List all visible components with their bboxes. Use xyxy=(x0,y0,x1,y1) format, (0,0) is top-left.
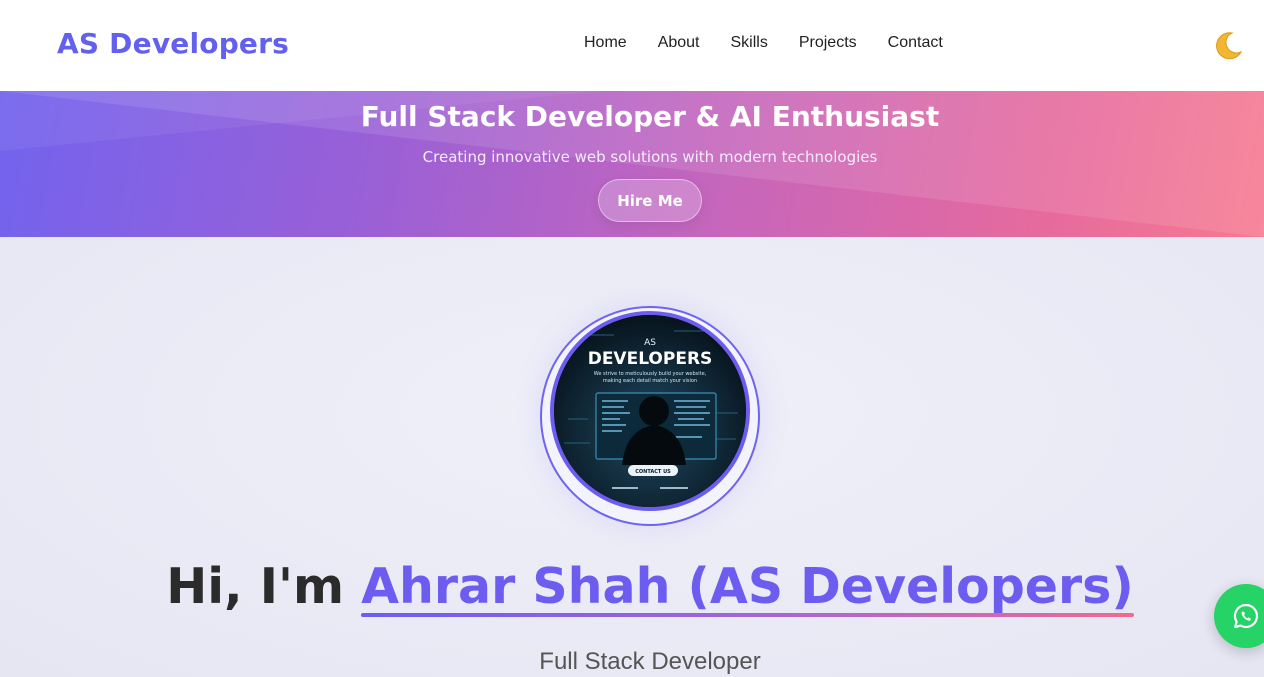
nav-link-about[interactable]: About xyxy=(658,34,700,52)
navbar: AS Developers Home About Skills Projects… xyxy=(0,0,1264,91)
image-line-1: We strive to meticulously build your web… xyxy=(594,371,707,377)
image-title: DEVELOPERS xyxy=(588,349,713,369)
image-small-text: AS xyxy=(644,338,656,348)
nav-menu: Home About Skills Projects Contact xyxy=(584,34,943,52)
theme-toggle-button[interactable] xyxy=(1211,29,1245,63)
greeting-text: Hi, I'm xyxy=(166,558,362,615)
name-underline xyxy=(361,613,1134,617)
hero-name: Ahrar Shah (AS Developers) xyxy=(361,558,1134,617)
nav-link-projects[interactable]: Projects xyxy=(799,34,857,52)
nav-link-home[interactable]: Home xyxy=(584,34,627,52)
profile-image: AS DEVELOPERS We strive to meticulously … xyxy=(554,315,746,507)
hero-name-text: Ahrar Shah (AS Developers) xyxy=(361,558,1134,615)
image-contact-button: CONTACT US xyxy=(635,469,671,475)
banner-title: Full Stack Developer & AI Enthusiast xyxy=(360,100,940,133)
banner-subtitle: Creating innovative web solutions with m… xyxy=(422,148,878,166)
whatsapp-icon xyxy=(1233,603,1259,629)
hero-greeting: Hi, I'm Ahrar Shah (AS Developers) xyxy=(0,558,1264,617)
avatar: AS DEVELOPERS We strive to meticulously … xyxy=(550,311,750,511)
hire-me-button[interactable]: Hire Me xyxy=(598,179,702,222)
image-line-2: making each detail match your vision xyxy=(603,378,697,384)
brand-logo[interactable]: AS Developers xyxy=(57,27,289,60)
hero-banner: Full Stack Developer & AI Enthusiast Cre… xyxy=(0,91,1264,237)
hero-role: Full Stack Developer xyxy=(539,648,761,675)
nav-link-skills[interactable]: Skills xyxy=(731,34,768,52)
moon-icon xyxy=(1216,32,1243,60)
nav-link-contact[interactable]: Contact xyxy=(888,34,943,52)
